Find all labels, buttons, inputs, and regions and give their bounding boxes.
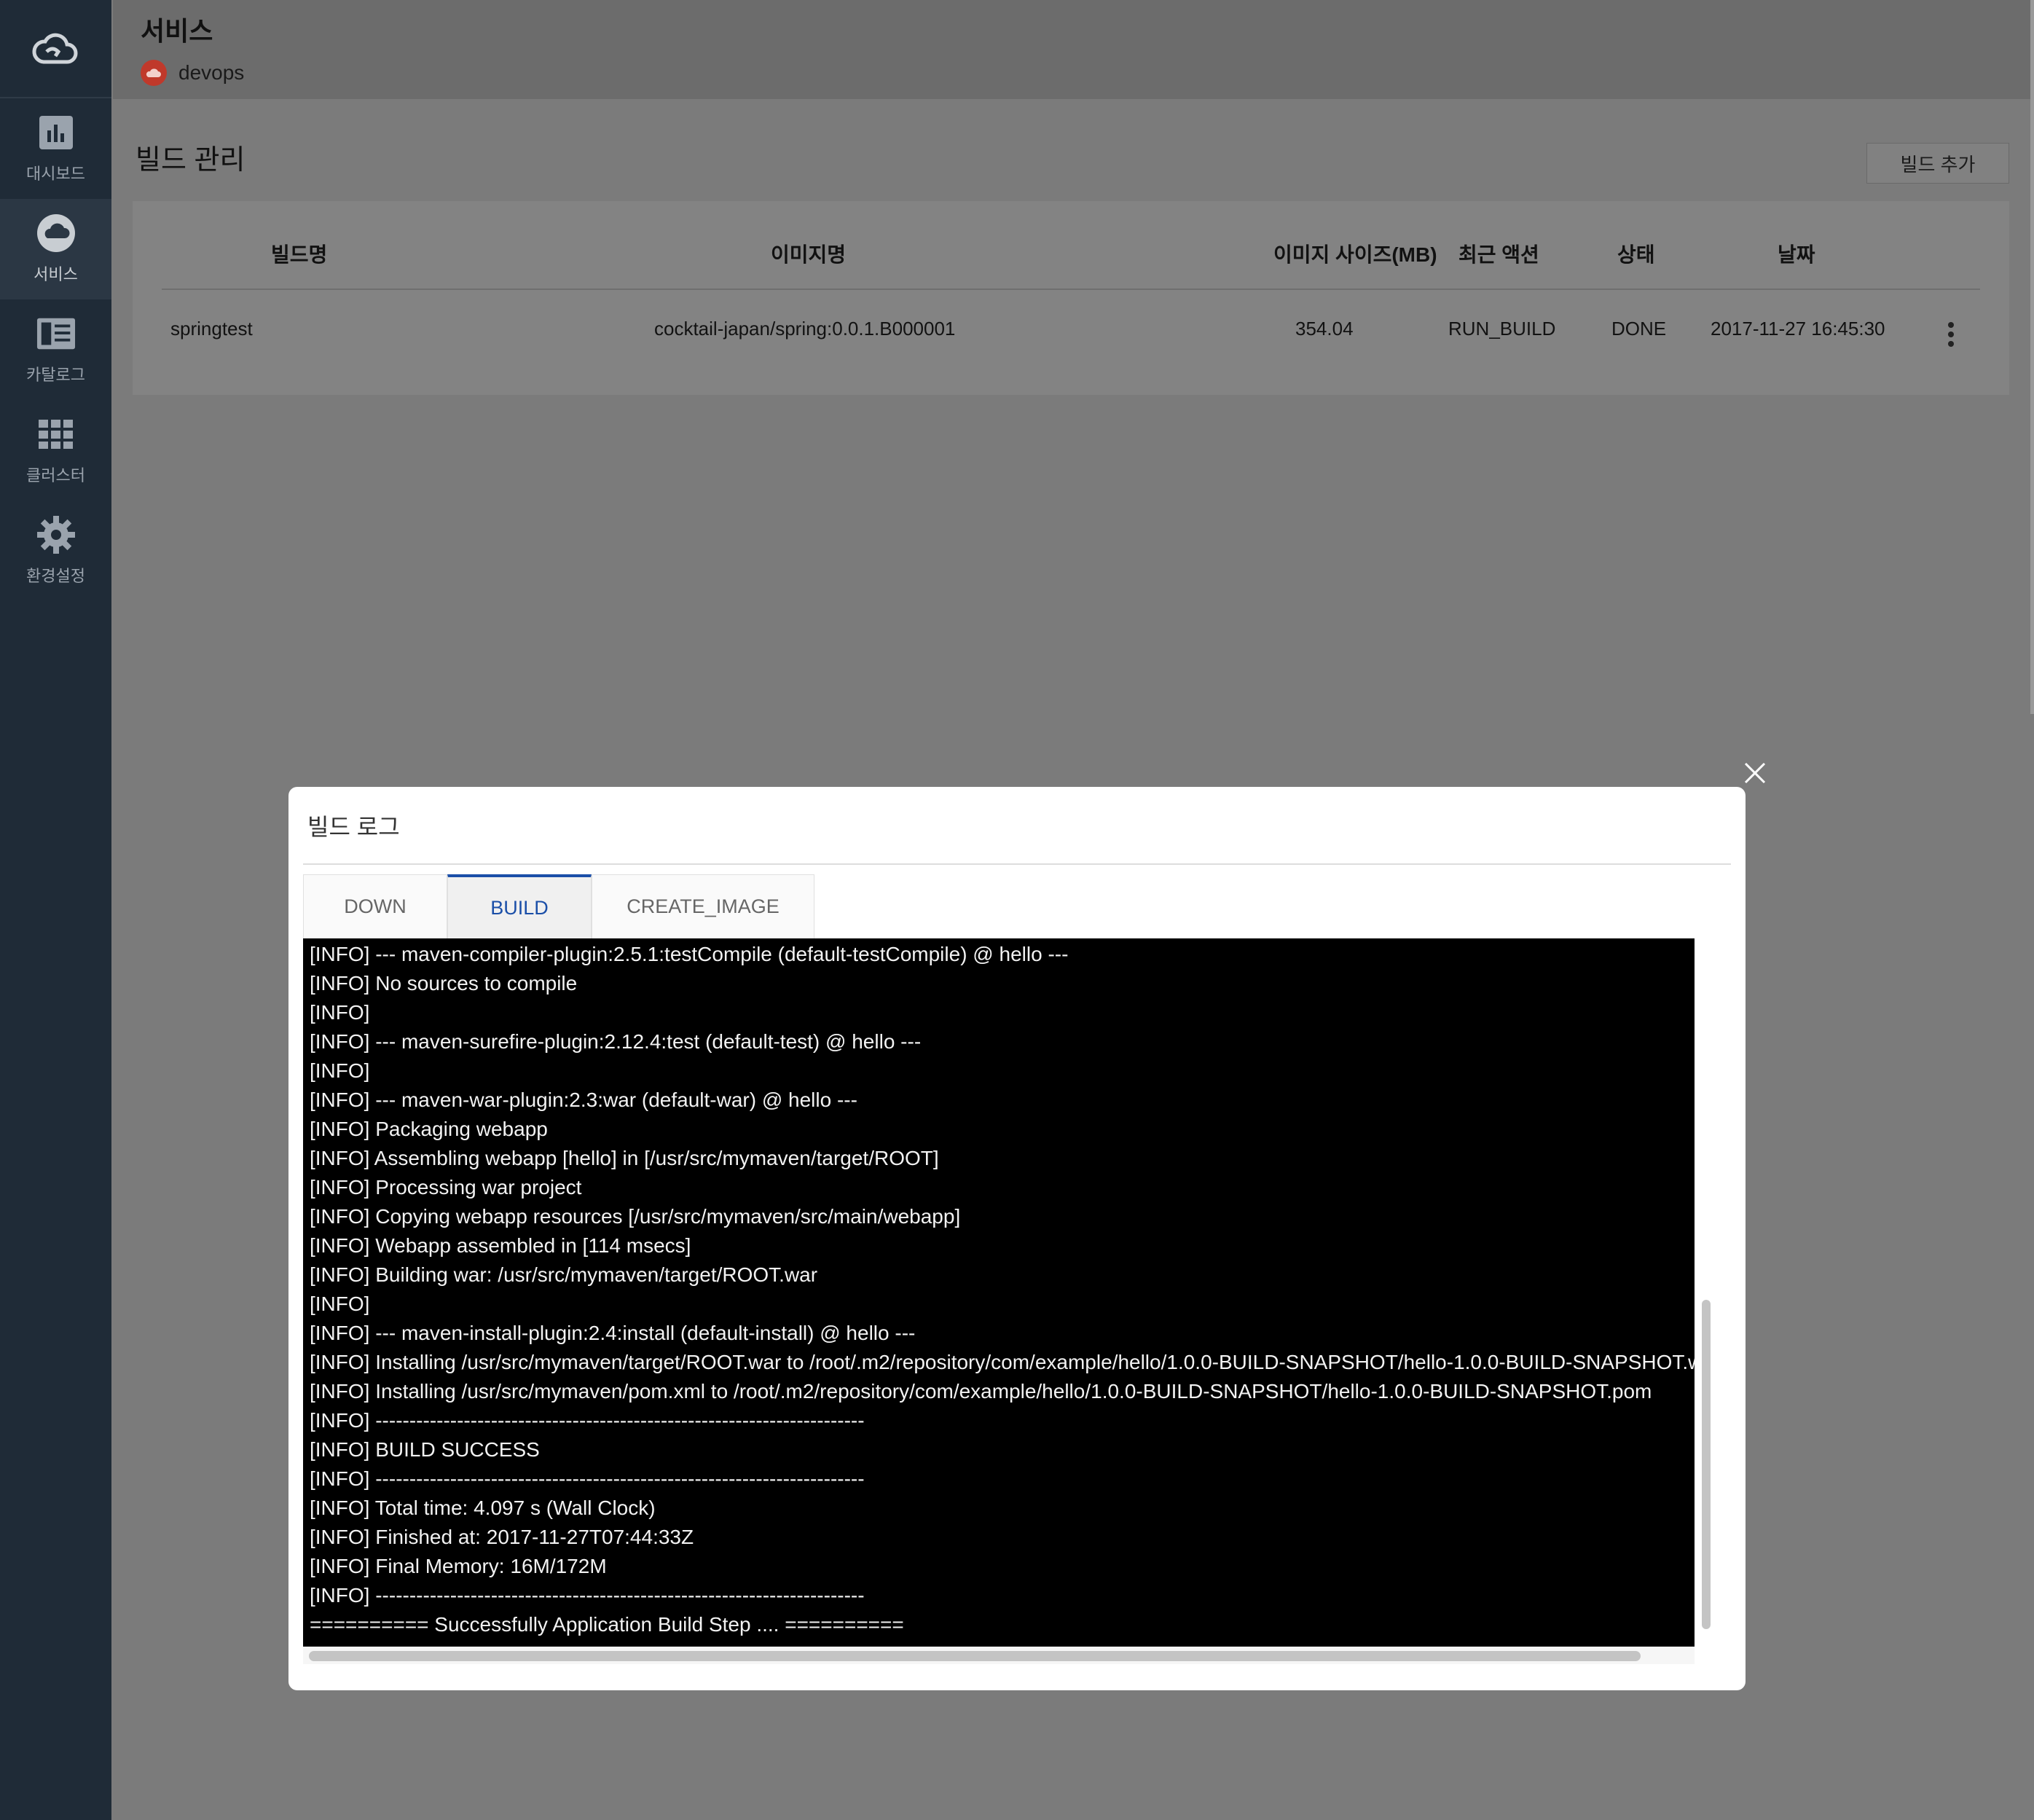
build-log-modal: 빌드 로그 DOWN BUILD CREATE_IMAGE [INFO] ---… bbox=[288, 787, 1746, 1690]
log-line: [INFO] Building war: /usr/src/mymaven/ta… bbox=[310, 1263, 818, 1286]
tab-create-image[interactable]: CREATE_IMAGE bbox=[592, 874, 814, 938]
log-line: [INFO] --- maven-surefire-plugin:2.12.4:… bbox=[310, 1030, 922, 1053]
nav-label: 카탈로그 bbox=[26, 366, 85, 384]
nav-item-dashboard[interactable]: 대시보드 bbox=[0, 98, 111, 199]
page-header: 서비스 devops bbox=[113, 0, 2034, 99]
window-edge bbox=[2030, 0, 2034, 714]
column-header-status[interactable]: 상태 bbox=[1617, 239, 1655, 268]
log-line: [INFO] Total time: 4.097 s (Wall Clock) bbox=[310, 1497, 656, 1519]
log-line: [INFO] bbox=[310, 1001, 370, 1024]
row-menu-icon[interactable] bbox=[1944, 322, 1958, 351]
catalog-icon bbox=[36, 314, 76, 353]
log-line: [INFO] No sources to compile bbox=[310, 972, 578, 995]
log-line: [INFO] Installing /usr/src/mymaven/targe… bbox=[310, 1351, 1695, 1373]
log-line: [INFO] Final Memory: 16M/172M bbox=[310, 1555, 607, 1577]
log-line: [INFO] Assembling webapp [hello] in [/us… bbox=[310, 1147, 939, 1169]
log-line: ========== Successfully Application Buil… bbox=[310, 1613, 904, 1636]
tab-down[interactable]: DOWN bbox=[303, 874, 447, 938]
nav-label: 클러스터 bbox=[26, 466, 85, 485]
log-line: [INFO] Webapp assembled in [114 msecs] bbox=[310, 1234, 691, 1257]
column-header-image-size[interactable]: 이미지 사이즈(MB) bbox=[1273, 239, 1437, 268]
close-icon[interactable] bbox=[1743, 761, 1767, 785]
log-line: [INFO] --- maven-compiler-plugin:2.5.1:t… bbox=[310, 943, 1069, 965]
modal-divider bbox=[303, 863, 1731, 865]
log-line: [INFO] Processing war project bbox=[310, 1176, 582, 1199]
nav-item-settings[interactable]: 환경설정 bbox=[0, 501, 111, 601]
log-line: [INFO] ---------------------------------… bbox=[310, 1409, 865, 1432]
column-header-date[interactable]: 날짜 bbox=[1778, 239, 1815, 268]
nav-label: 대시보드 bbox=[26, 165, 85, 183]
log-line: [INFO] Installing /usr/src/mymaven/pom.x… bbox=[310, 1380, 1652, 1403]
column-header-recent-action[interactable]: 최근 액션 bbox=[1458, 239, 1539, 268]
log-tabs: DOWN BUILD CREATE_IMAGE bbox=[303, 874, 814, 938]
log-line: [INFO] BUILD SUCCESS bbox=[310, 1438, 540, 1461]
cell-image-name: cocktail-japan/spring:0.0.1.B000001 bbox=[654, 318, 956, 340]
build-table: 빌드명 이미지명 이미지 사이즈(MB) 최근 액션 상태 날짜 springt… bbox=[133, 201, 2009, 395]
log-line: [INFO] --- maven-war-plugin:2.3:war (def… bbox=[310, 1089, 857, 1111]
cell-build-name: springtest bbox=[170, 318, 253, 340]
project-selector[interactable]: devops bbox=[141, 60, 2006, 86]
nav-item-cluster[interactable]: 클러스터 bbox=[0, 400, 111, 501]
log-line: [INFO] bbox=[310, 1059, 370, 1082]
vertical-scrollbar-thumb[interactable] bbox=[1702, 1300, 1711, 1629]
project-name: devops bbox=[178, 61, 245, 84]
log-line: [INFO] bbox=[310, 1293, 370, 1315]
nav-item-catalog[interactable]: 카탈로그 bbox=[0, 299, 111, 400]
modal-title: 빌드 로그 bbox=[307, 814, 400, 840]
nav-item-service[interactable]: 서비스 bbox=[0, 199, 111, 299]
log-line: [INFO] --- maven-install-plugin:2.4:inst… bbox=[310, 1322, 916, 1344]
log-line: [INFO] Packaging webapp bbox=[310, 1118, 548, 1140]
section-title: 서비스 bbox=[141, 16, 213, 46]
tab-build[interactable]: BUILD bbox=[447, 874, 592, 938]
page-title: 빌드 관리 bbox=[136, 145, 246, 176]
app-logo[interactable] bbox=[0, 0, 111, 98]
table-header: 빌드명 이미지명 이미지 사이즈(MB) 최근 액션 상태 날짜 bbox=[162, 239, 1980, 274]
column-header-build-name[interactable]: 빌드명 bbox=[271, 239, 327, 268]
add-build-button[interactable]: 빌드 추가 bbox=[1866, 143, 2009, 184]
log-line: [INFO] ---------------------------------… bbox=[310, 1467, 865, 1490]
log-console[interactable]: [INFO] --- maven-compiler-plugin:2.5.1:t… bbox=[303, 938, 1695, 1647]
project-cloud-icon bbox=[141, 60, 167, 86]
gear-icon bbox=[36, 515, 76, 554]
cloud-icon bbox=[36, 213, 76, 253]
horizontal-scrollbar-thumb[interactable] bbox=[309, 1651, 1641, 1661]
cell-status: DONE bbox=[1611, 318, 1667, 340]
cloud-logo-icon bbox=[31, 33, 77, 63]
log-line: [INFO] ---------------------------------… bbox=[310, 1584, 865, 1607]
cell-date: 2017-11-27 16:45:30 bbox=[1711, 318, 1885, 340]
table-divider bbox=[162, 289, 1980, 290]
cell-image-size: 354.04 bbox=[1295, 318, 1354, 340]
column-header-image-name[interactable]: 이미지명 bbox=[771, 239, 846, 268]
nav-label: 환경설정 bbox=[26, 567, 85, 585]
cell-recent-action: RUN_BUILD bbox=[1448, 318, 1556, 340]
bar-chart-icon bbox=[36, 113, 76, 152]
log-line: [INFO] Finished at: 2017-11-27T07:44:33Z bbox=[310, 1526, 694, 1548]
grid-icon bbox=[36, 415, 76, 454]
log-line: [INFO] Copying webapp resources [/usr/sr… bbox=[310, 1205, 961, 1228]
sidebar: 대시보드 서비스 카탈로그 클러스터 환경설정 bbox=[0, 0, 111, 1820]
table-row[interactable]: springtest cocktail-japan/spring:0.0.1.B… bbox=[162, 318, 1980, 353]
nav-label: 서비스 bbox=[34, 265, 78, 283]
